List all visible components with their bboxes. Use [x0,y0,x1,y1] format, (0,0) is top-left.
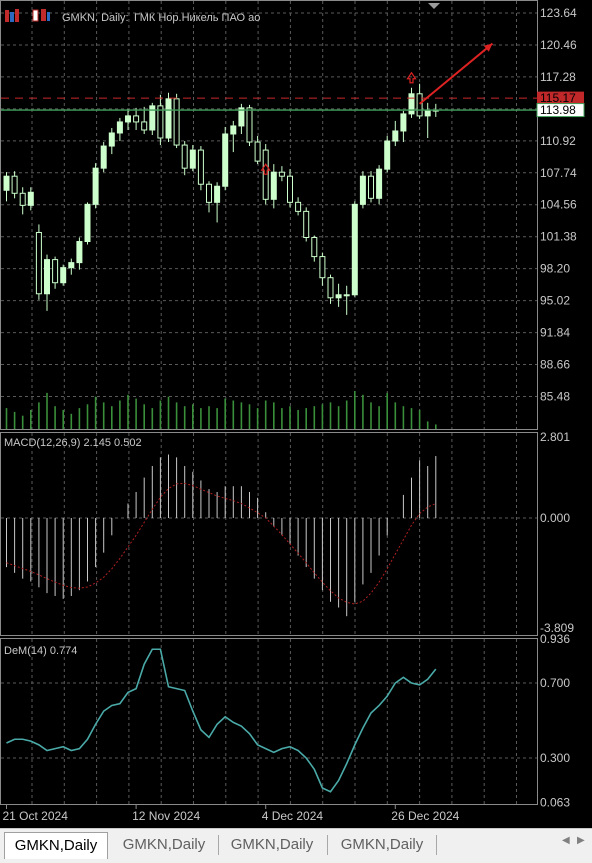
candle-body [11,175,18,194]
candle-body [181,144,188,169]
candle-body [408,93,415,115]
candle-body [197,149,204,185]
candle-body [392,130,399,142]
scroll-right-icon[interactable]: ▶ [577,835,585,846]
candle-body [335,294,342,299]
candle-body [303,210,310,239]
candle-body [52,259,59,284]
chart-symbol: GMKN, Daily: [62,12,129,24]
price-tick-label: 91.84 [540,326,570,340]
candle-body [44,259,50,295]
candle-body [100,145,107,169]
candle-body [416,93,423,117]
candle-body [35,231,42,295]
candle-body [230,125,237,135]
candle-body [424,110,431,117]
macd-tick-label: 0.000 [540,511,570,525]
candle-body [327,277,334,299]
candle-body [214,185,221,203]
macd-tick-label: 2.801 [540,430,570,444]
candle-body [189,149,196,169]
tab-gmkn-daily-1[interactable]: GMKN,Daily [4,832,108,859]
candle-body [343,294,350,297]
candle-body [116,121,123,134]
chart-area[interactable]: 123.64 120.46 117.28 110.92 107.74 104.56 101.… [0,0,592,828]
candle-body [19,192,26,206]
macd-title: MACD(12,26,9) 2.145 0.502 [4,437,142,449]
candle-body [368,175,374,199]
candle-body [246,107,253,143]
candle-body [287,175,293,203]
time-tick-label: 4 Dec 2024 [262,809,324,823]
time-tick-label: 26 Dec 2024 [391,809,459,823]
price-tick-label: 88.66 [540,358,570,372]
candle-body [76,241,83,264]
candle-body [319,256,326,279]
tab-separator [327,835,328,855]
price-tick-label: 123.64 [540,6,577,20]
price-tick-label: 85.48 [540,389,570,403]
candle-body [351,203,358,296]
price-tick-label: 101.38 [540,230,577,244]
time-tick-label: 12 Nov 2024 [132,809,200,823]
dem-tick-label: 0.300 [540,751,570,765]
candle-body [295,201,302,212]
price-tick-label: 98.20 [540,262,570,276]
candle-body [3,175,10,191]
dem-tick-label: 0.936 [540,632,570,646]
dem-tick-label: 0.063 [540,795,570,809]
chart-tab-bar: GMKN,Daily GMKN,Daily GMKN,Daily GMKN,Da… [0,828,592,863]
candle-body [206,183,212,203]
price-tick-label: 107.74 [540,166,577,180]
dem-title: DeM(14) 0.774 [4,645,77,657]
scroll-left-icon[interactable]: ◀ [562,835,570,846]
candle-body [133,115,140,123]
tab-separator [218,835,219,855]
dem-tick-label: 0.700 [540,676,570,690]
candle-body [278,171,285,177]
price-tick-label: 95.02 [540,294,570,308]
candle-body [125,115,131,123]
chart-background [0,0,592,828]
candle-body [173,98,180,146]
candle-body [141,121,148,131]
candle-body [270,171,277,200]
candle-body [359,175,366,205]
candle-body [165,98,172,139]
candle-body [254,141,261,162]
candle-body [27,191,34,206]
bid-price-label: 113.98 [540,103,576,117]
candle-body [68,262,75,269]
candle-body [400,113,407,132]
candle-body [60,267,67,284]
candle-body [384,140,391,170]
price-tick-label: 117.28 [540,70,576,84]
price-tick-label: 104.56 [540,198,577,212]
candle-body [84,203,91,243]
candle-body [92,167,99,205]
tab-gmkn-daily-3[interactable]: GMKN,Daily [220,832,324,858]
tab-separator [436,835,437,855]
price-tick-label: 120.46 [540,38,577,52]
tab-gmkn-daily-4[interactable]: GMKN,Daily [330,832,434,858]
time-tick-label: 21 Oct 2024 [3,809,69,823]
chart-symbol-name: ГМК Нор.Никель ПАО ао [134,12,260,24]
tab-gmkn-daily-2[interactable]: GMKN,Daily [112,832,216,858]
candle-body [108,132,115,147]
price-tick-label: 110.92 [540,134,576,148]
candle-body [222,133,229,187]
candle-body [311,237,318,258]
candle-body [376,168,383,199]
